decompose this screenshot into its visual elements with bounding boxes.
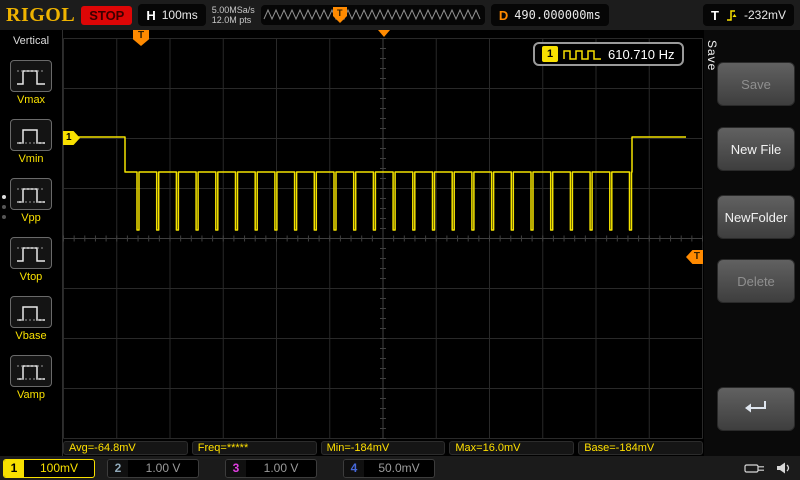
run-state-badge[interactable]: STOP xyxy=(81,6,132,25)
freq-counter: 1 610.710 Hz xyxy=(533,42,684,66)
delay-value: 490.000000ms xyxy=(514,8,601,22)
graticule: 1 610.710 Hz 1 T T xyxy=(63,30,703,440)
graticule-grid xyxy=(64,39,703,439)
measure-sidebar: Vertical Vmax Vmin Vpp Vtop xyxy=(0,30,63,456)
horizontal-scale-group[interactable]: H 100ms xyxy=(138,4,205,26)
delete-button-label: Delete xyxy=(737,274,775,289)
waveform-trace xyxy=(78,137,686,230)
pulse-train-icon xyxy=(563,48,603,61)
measurement-min: Min=-184mV xyxy=(321,441,446,455)
delay-group[interactable]: D 490.000000ms xyxy=(491,4,609,26)
sidebar-item-vbase[interactable]: Vbase xyxy=(7,296,55,342)
channel-3-badge: 3 xyxy=(226,460,246,477)
h-position-thumb-label: T xyxy=(337,8,343,18)
channel-bar: 1 100mV 2 1.00 V 3 1.00 V 4 50.0mV xyxy=(0,456,800,480)
channel-2-scale: 1.00 V xyxy=(128,460,198,477)
vpp-label: Vpp xyxy=(7,212,55,224)
save-button-label: Save xyxy=(741,77,771,92)
sidebar-item-vmin[interactable]: Vmin xyxy=(7,119,55,165)
measurement-freq: Freq=***** xyxy=(192,441,317,455)
vamp-label: Vamp xyxy=(7,389,55,401)
measurement-bar: Avg=-64.8mV Freq=***** Min=-184mV Max=16… xyxy=(63,440,703,456)
back-button[interactable] xyxy=(717,387,795,431)
top-bar: RIGOL STOP H 100ms 5.00MSa/s 12.0M pts T… xyxy=(0,0,800,30)
new-folder-button-label: NewFolder xyxy=(725,210,788,225)
channel-4-scale: 50.0mV xyxy=(364,460,434,477)
vbase-icon xyxy=(10,296,52,328)
sample-rate-value: 5.00MSa/s xyxy=(212,5,255,15)
brand-logo: RIGOL xyxy=(6,4,75,27)
return-arrow-icon xyxy=(741,398,771,418)
measure-sidebar-title: Vertical xyxy=(0,30,62,47)
acquisition-info: 5.00MSa/s 12.0M pts xyxy=(212,5,255,25)
measurement-max: Max=16.0mV xyxy=(449,441,574,455)
delay-position-marker xyxy=(378,30,390,37)
sidebar-item-vtop[interactable]: Vtop xyxy=(7,237,55,283)
waveform-display xyxy=(63,30,703,440)
status-icons xyxy=(744,461,792,475)
vtop-label: Vtop xyxy=(7,271,55,283)
right-menu: Save Save New File NewFolder Delete xyxy=(704,30,800,456)
measurement-avg: Avg=-64.8mV xyxy=(63,441,188,455)
vbase-label: Vbase xyxy=(7,330,55,342)
menu-page-dots xyxy=(2,195,6,219)
channel-2-status[interactable]: 2 1.00 V xyxy=(107,459,199,478)
channel-3-scale: 1.00 V xyxy=(246,460,316,477)
trigger-level-value: -232mV xyxy=(744,8,786,22)
h-position-wave xyxy=(264,10,480,19)
save-button[interactable]: Save xyxy=(717,62,795,106)
channel-2-badge: 2 xyxy=(108,460,128,477)
h-label: H xyxy=(146,8,155,23)
freq-counter-value: 610.710 Hz xyxy=(608,47,675,62)
horizontal-position-indicator[interactable]: T xyxy=(261,5,485,25)
speaker-icon xyxy=(776,461,792,475)
channel-4-badge: 4 xyxy=(344,460,364,477)
measurement-base: Base=-184mV xyxy=(578,441,703,455)
new-file-button[interactable]: New File xyxy=(717,127,795,171)
memory-depth-value: 12.0M pts xyxy=(212,15,255,25)
delete-button[interactable]: Delete xyxy=(717,259,795,303)
channel-1-badge: 1 xyxy=(4,460,24,477)
usb-icon xyxy=(744,462,766,475)
oscilloscope-screen: RIGOL STOP H 100ms 5.00MSa/s 12.0M pts T… xyxy=(0,0,800,480)
vmax-icon xyxy=(10,60,52,92)
sidebar-item-vmax[interactable]: Vmax xyxy=(7,60,55,106)
vpp-icon xyxy=(10,178,52,210)
trigger-group[interactable]: T -232mV xyxy=(703,4,794,26)
vamp-icon xyxy=(10,355,52,387)
trigger-label: T xyxy=(711,8,719,23)
vmin-icon xyxy=(10,119,52,151)
channel-1-scale: 100mV xyxy=(24,460,94,477)
channel-4-status[interactable]: 4 50.0mV xyxy=(343,459,435,478)
freq-counter-channel-badge: 1 xyxy=(542,46,558,62)
sidebar-item-vamp[interactable]: Vamp xyxy=(7,355,55,401)
timebase-value: 100ms xyxy=(162,8,198,22)
new-folder-button[interactable]: NewFolder xyxy=(717,195,795,239)
channel-3-status[interactable]: 3 1.00 V xyxy=(225,459,317,478)
delay-label: D xyxy=(499,8,508,23)
sidebar-item-vpp[interactable]: Vpp xyxy=(7,178,55,224)
vmin-label: Vmin xyxy=(7,153,55,165)
vtop-icon xyxy=(10,237,52,269)
trigger-slope-icon xyxy=(725,8,738,23)
new-file-button-label: New File xyxy=(731,142,782,157)
channel-1-status[interactable]: 1 100mV xyxy=(3,459,95,478)
vmax-label: Vmax xyxy=(7,94,55,106)
